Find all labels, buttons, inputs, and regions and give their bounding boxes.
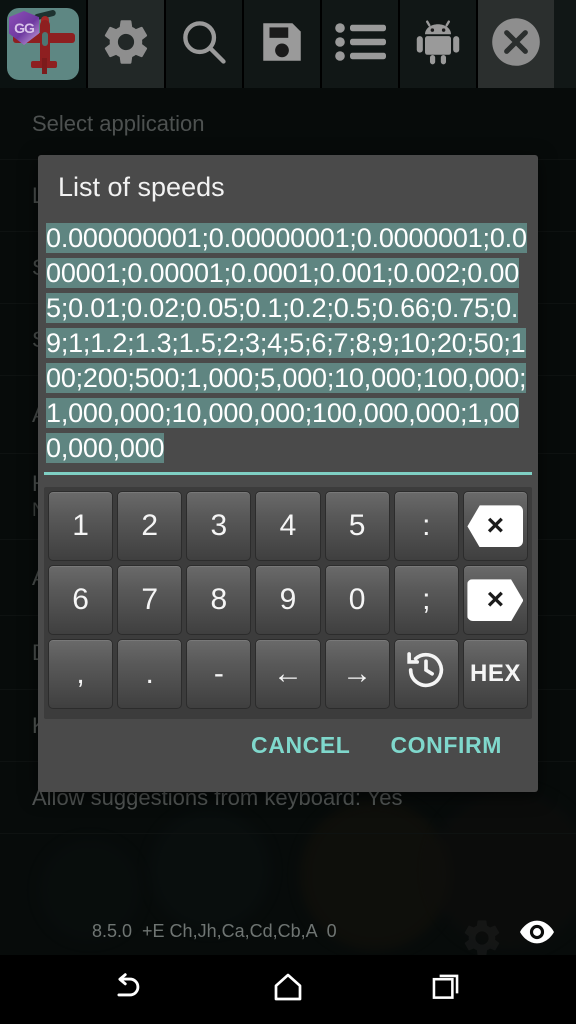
key-semicolon[interactable]: ; xyxy=(393,565,459,636)
toolbar-close-button[interactable] xyxy=(478,0,554,88)
list-icon xyxy=(334,20,386,69)
delete-forward-icon: × xyxy=(467,579,524,622)
android-icon xyxy=(412,16,464,73)
key-5[interactable]: 5 xyxy=(324,491,390,562)
delete-x-label: × xyxy=(486,583,505,617)
gear-icon xyxy=(460,916,504,955)
backspace-key[interactable]: × xyxy=(462,491,528,562)
toolbar-search-button[interactable] xyxy=(166,0,242,88)
keyboard-row-2: 6 7 8 9 0 ; × xyxy=(46,565,530,636)
key-4[interactable]: 4 xyxy=(255,491,321,562)
delete-forward-key[interactable]: × xyxy=(462,565,528,636)
close-icon xyxy=(488,14,544,75)
backspace-icon: × xyxy=(467,505,524,548)
plane-tail-shape xyxy=(42,58,47,74)
speeds-input[interactable]: 0.000000001;0.00000001;0.0000001;0.00000… xyxy=(44,219,532,466)
key-2[interactable]: 2 xyxy=(117,491,183,562)
key-6[interactable]: 6 xyxy=(48,565,114,636)
toolbar-android-button[interactable] xyxy=(400,0,476,88)
key-7[interactable]: 7 xyxy=(117,565,183,636)
recents-icon xyxy=(429,970,463,1009)
input-underline xyxy=(44,472,532,476)
speeds-input-wrapper: 0.000000001;0.00000001;0.0000001;0.00000… xyxy=(44,219,532,476)
status-bar: 8.5.0 +E Ch,Jh,Ca,Cd,Cb,A 0 xyxy=(0,908,576,955)
gear-icon xyxy=(99,15,153,74)
nav-home-button[interactable] xyxy=(240,955,336,1024)
history-clock-icon xyxy=(403,647,449,701)
gg-shield-label: GG xyxy=(14,20,35,36)
toolbar: GG xyxy=(0,0,576,88)
toolbar-settings-button[interactable] xyxy=(88,0,164,88)
search-icon xyxy=(178,16,230,73)
key-8[interactable]: 8 xyxy=(186,565,252,636)
plane-canopy-shape xyxy=(42,32,48,46)
list-of-speeds-dialog: List of speeds 0.000000001;0.00000001;0.… xyxy=(38,155,538,792)
nav-back-button[interactable] xyxy=(82,955,178,1024)
key-0[interactable]: 0 xyxy=(324,565,390,636)
toolbar-list-button[interactable] xyxy=(322,0,398,88)
android-navigation-bar xyxy=(0,955,576,1024)
confirm-button[interactable]: CONFIRM xyxy=(376,722,516,769)
home-icon xyxy=(270,969,306,1010)
app-icon-button[interactable]: GG xyxy=(0,0,86,88)
key-colon[interactable]: : xyxy=(393,491,459,562)
back-icon xyxy=(111,968,149,1011)
backspace-x-label: × xyxy=(486,509,505,543)
eye-icon[interactable] xyxy=(520,920,554,949)
cancel-button[interactable]: CANCEL xyxy=(237,722,364,769)
selected-text: 0.000000001;0.00000001;0.0000001;0.00000… xyxy=(46,223,527,464)
status-text: 8.5.0 +E Ch,Jh,Ca,Cd,Cb,A 0 xyxy=(92,921,337,941)
keyboard-row-1: 1 2 3 4 5 : × xyxy=(46,491,530,562)
save-icon xyxy=(257,17,307,72)
toolbar-save-button[interactable] xyxy=(244,0,320,88)
numeric-keyboard: 1 2 3 4 5 : × 6 7 8 9 0 ; × , . - ← → HE… xyxy=(44,487,532,720)
nav-recents-button[interactable] xyxy=(398,955,494,1024)
dialog-actions: CANCEL CONFIRM xyxy=(38,698,538,792)
key-1[interactable]: 1 xyxy=(48,491,114,562)
key-9[interactable]: 9 xyxy=(255,565,321,636)
gameguardian-plane-icon: GG xyxy=(7,8,79,80)
key-3[interactable]: 3 xyxy=(186,491,252,562)
dialog-title: List of speeds xyxy=(58,172,225,202)
